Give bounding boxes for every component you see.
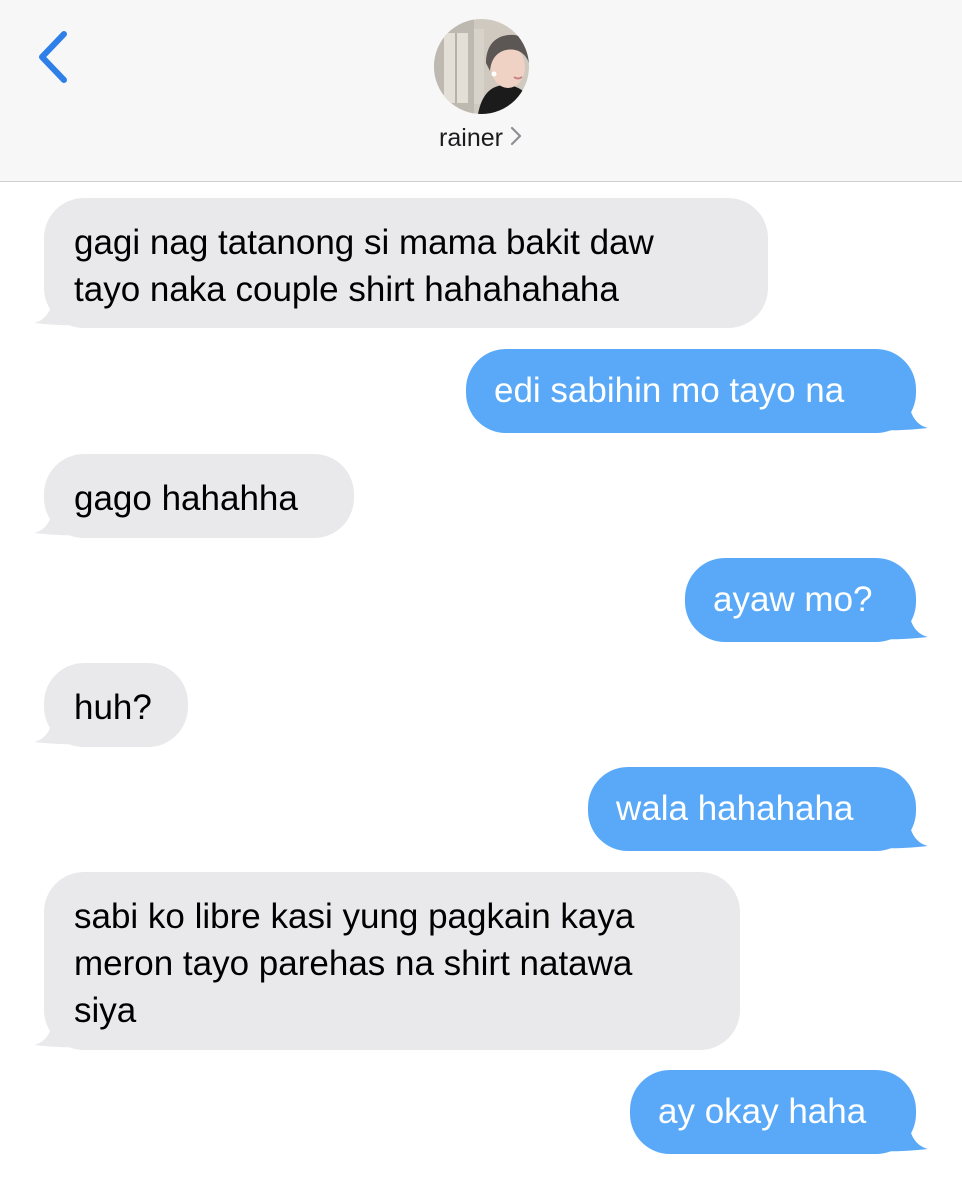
message-bubble: gago hahahha [44, 454, 354, 538]
message-incoming[interactable]: huh? [34, 663, 190, 749]
contact-name-button[interactable]: rainer [0, 124, 962, 154]
message-text-line: gago hahahha [74, 479, 298, 518]
message-text-line: edi sabihin mo tayo na [494, 371, 845, 410]
message-outgoing[interactable]: edi sabihin mo tayo na [466, 349, 928, 435]
message-text-line: ayaw mo? [713, 580, 873, 619]
message-outgoing[interactable]: ayaw mo? [685, 558, 928, 644]
message-text-line: siya [74, 991, 137, 1030]
message-text-line: ay okay haha [658, 1092, 867, 1131]
message-text-line: tayo naka couple shirt hahahahaha [74, 270, 619, 309]
chevron-left-icon [39, 31, 67, 83]
message-text-line: wala hahahaha [616, 789, 854, 828]
message-bubble: ayaw mo? [685, 558, 916, 642]
conversation-header: rainer [0, 0, 962, 182]
message-incoming[interactable]: gago hahahha [34, 454, 356, 540]
avatar[interactable] [434, 19, 529, 114]
message-bubble: gagi nag tatanong si mama bakit daw tayo… [44, 198, 768, 328]
message-incoming[interactable]: gagi nag tatanong si mama bakit daw tayo… [34, 198, 774, 330]
message-bubble: wala hahahaha [588, 767, 916, 851]
message-bubble: sabi ko libre kasi yung pagkain kaya mer… [44, 872, 740, 1050]
contact-photo [434, 19, 529, 114]
message-text-line: sabi ko libre kasi yung pagkain kaya [74, 897, 635, 936]
message-bubble: ay okay haha [630, 1070, 916, 1154]
chevron-right-icon [509, 125, 523, 154]
message-text-line: gagi nag tatanong si mama bakit daw [74, 223, 654, 262]
message-bubble: edi sabihin mo tayo na [466, 349, 916, 433]
message-outgoing[interactable]: wala hahahaha [588, 767, 928, 853]
message-outgoing[interactable]: ay okay haha [630, 1070, 928, 1156]
contact-name: rainer [439, 124, 503, 152]
message-text-line: huh? [74, 688, 152, 727]
message-bubble: huh? [44, 663, 188, 747]
back-button[interactable] [30, 22, 80, 92]
message-text-line: meron tayo parehas na shirt natawa [74, 944, 633, 983]
message-incoming[interactable]: sabi ko libre kasi yung pagkain kaya mer… [34, 872, 744, 1052]
